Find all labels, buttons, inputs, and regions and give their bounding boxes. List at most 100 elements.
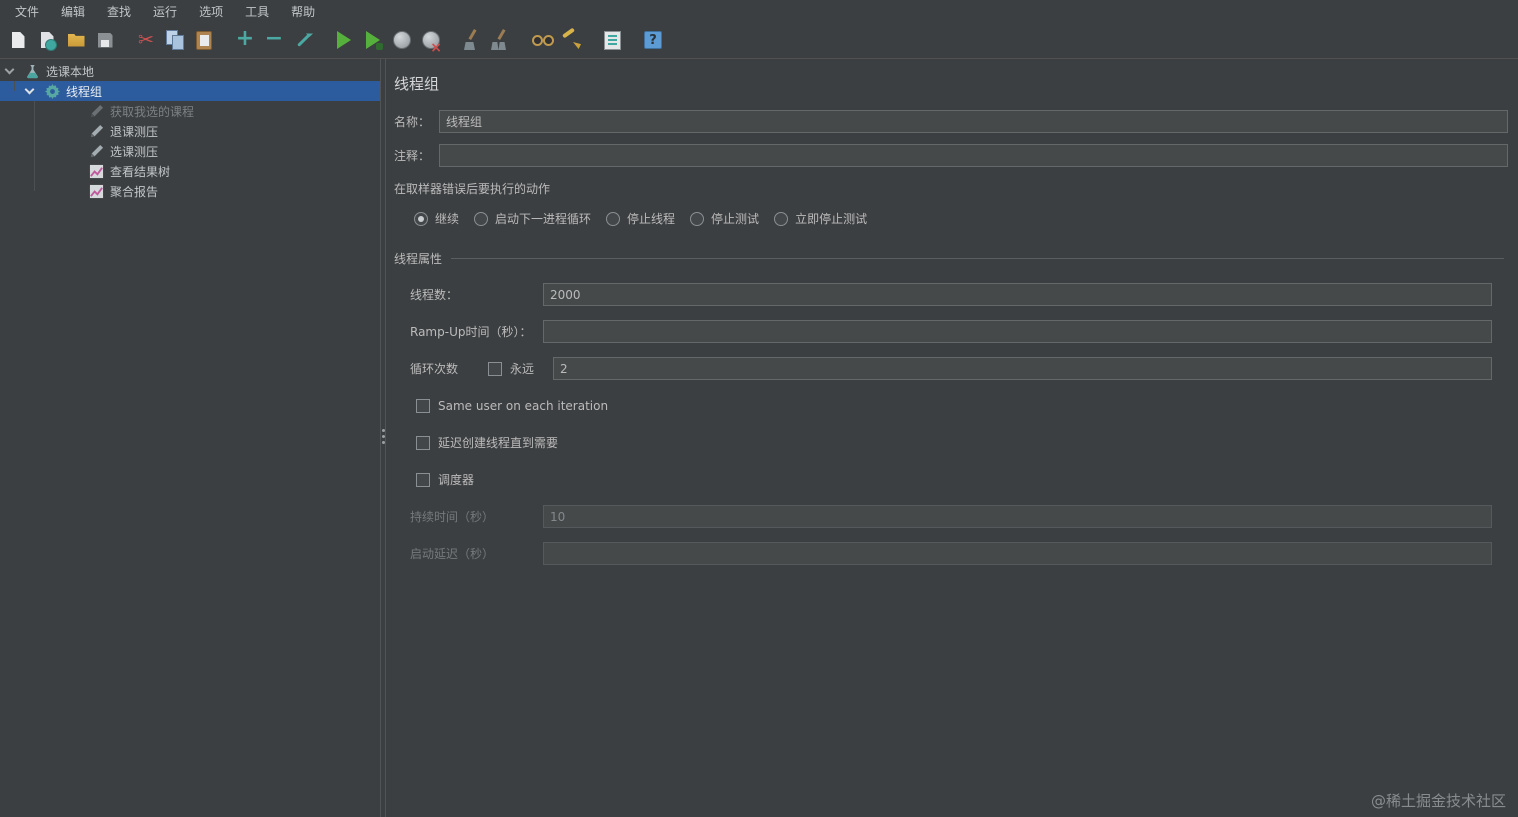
thread-group-gear-icon xyxy=(44,83,60,99)
menu-tools[interactable]: 工具 xyxy=(234,1,280,22)
clear-all-icon[interactable] xyxy=(488,26,514,54)
paste-icon[interactable] xyxy=(191,26,217,54)
tree-panel: 选课本地 线程组 获取我选的课程 退课测压 选课测压 查看结果树 聚合报告 xyxy=(0,59,380,817)
menu-file[interactable]: 文件 xyxy=(4,1,50,22)
same-user-checkbox[interactable] xyxy=(416,398,430,413)
delay-create-label: 延迟创建线程直到需要 xyxy=(438,436,559,450)
rampup-row: Ramp-Up时间（秒）： xyxy=(410,320,1492,343)
radio-label: 停止测试 xyxy=(711,212,760,226)
tree-item-sampler[interactable]: 选课测压 xyxy=(0,141,380,161)
new-file-icon[interactable] xyxy=(5,26,31,54)
toolbar-group-help xyxy=(640,26,669,54)
radio-stop-test[interactable]: 停止测试 xyxy=(690,210,759,227)
thread-group-panel: 线程组 名称： 注释： 在取样器错误后要执行的动作 继续 启动下一进程循环 xyxy=(386,59,1518,817)
name-input[interactable] xyxy=(439,110,1508,133)
copy-icon[interactable] xyxy=(162,26,188,54)
toolbar-group-run xyxy=(331,26,447,55)
tree-item-label: 选课测压 xyxy=(110,144,159,159)
rampup-input[interactable] xyxy=(543,320,1492,343)
menu-edit[interactable]: 编辑 xyxy=(50,1,96,22)
shutdown-icon[interactable] xyxy=(418,26,444,55)
tree-item-test-plan[interactable]: 选课本地 xyxy=(0,61,380,81)
duration-input[interactable] xyxy=(543,505,1492,528)
menu-options[interactable]: 选项 xyxy=(188,1,234,22)
menu-help[interactable]: 帮助 xyxy=(280,1,326,22)
delay-create-checkbox[interactable] xyxy=(416,435,430,450)
loop-count-input[interactable] xyxy=(553,357,1492,380)
search-icon[interactable] xyxy=(529,26,555,54)
toolbar xyxy=(0,22,1518,59)
radio-label: 继续 xyxy=(435,212,460,226)
sampler-icon xyxy=(88,123,104,139)
tree-item-label: 查看结果树 xyxy=(110,164,171,179)
thread-properties-header: 线程属性 xyxy=(394,250,1504,267)
scheduler-checkbox[interactable] xyxy=(416,472,430,487)
watermark: @稀土掘金技术社区 xyxy=(1370,792,1506,810)
menu-run[interactable]: 运行 xyxy=(142,1,188,22)
startup-delay-label: 启动延迟（秒） xyxy=(410,547,495,561)
tree-item-label: 聚合报告 xyxy=(110,184,159,199)
radio-stop-thread[interactable]: 停止线程 xyxy=(606,210,675,227)
edit-icon[interactable] xyxy=(290,26,316,54)
tree-item-label: 退课测压 xyxy=(110,124,159,139)
tree-item-thread-group[interactable]: 线程组 xyxy=(0,81,380,101)
menu-search[interactable]: 查找 xyxy=(96,1,142,22)
help-icon[interactable] xyxy=(640,26,666,54)
tree-item-listener[interactable]: 查看结果树 xyxy=(0,161,380,181)
tree-item-sampler-disabled[interactable]: 获取我选的课程 xyxy=(0,101,380,121)
toolbar-group-clear xyxy=(459,26,517,54)
comment-label: 注释： xyxy=(394,149,431,163)
sampler-icon xyxy=(88,143,104,159)
same-user-label: Same user on each iteration xyxy=(438,398,609,413)
save-icon[interactable] xyxy=(92,26,118,54)
clear-search-icon[interactable] xyxy=(558,26,584,54)
error-action-label: 在取样器错误后要执行的动作 xyxy=(394,182,551,196)
toolbar-group-zoom xyxy=(232,26,319,54)
error-action-radio-group: 继续 启动下一进程循环 停止线程 停止测试 立即停止测试 xyxy=(414,210,1508,227)
comment-input[interactable] xyxy=(439,144,1508,167)
radio-dot-icon xyxy=(690,211,705,226)
threads-input[interactable] xyxy=(543,283,1492,306)
tree-item-label: 获取我选的课程 xyxy=(110,104,195,119)
same-user-row: Same user on each iteration xyxy=(416,394,1492,417)
tree-guide-line xyxy=(14,81,15,91)
duration-label: 持续时间（秒） xyxy=(410,510,495,524)
toolbar-group-file xyxy=(5,26,121,54)
radio-dot-icon xyxy=(414,211,428,226)
main-split: 选课本地 线程组 获取我选的课程 退课测压 选课测压 查看结果树 聚合报告 线程… xyxy=(0,59,1518,817)
rampup-label: Ramp-Up时间（秒）： xyxy=(410,325,532,339)
name-row: 名称： xyxy=(394,110,1508,133)
zoom-in-icon[interactable] xyxy=(232,26,258,54)
listener-chart-icon xyxy=(88,163,104,179)
page-title: 线程组 xyxy=(394,75,440,93)
threads-row: 线程数： xyxy=(410,283,1492,306)
radio-start-next-loop[interactable]: 启动下一进程循环 xyxy=(474,210,591,227)
toolbar-group-edit xyxy=(133,26,220,54)
tree-item-listener[interactable]: 聚合报告 xyxy=(0,181,380,201)
radio-label: 启动下一进程循环 xyxy=(495,212,592,226)
name-label: 名称： xyxy=(394,115,431,129)
radio-continue[interactable]: 继续 xyxy=(414,210,459,227)
clear-icon[interactable] xyxy=(459,26,485,54)
radio-label: 立即停止测试 xyxy=(795,212,868,226)
radio-dot-icon xyxy=(606,211,621,226)
function-helper-icon[interactable] xyxy=(599,26,625,54)
sampler-icon xyxy=(88,103,104,119)
scheduler-label: 调度器 xyxy=(438,473,475,487)
start-icon[interactable] xyxy=(331,26,357,54)
forever-checkbox[interactable] xyxy=(488,361,502,376)
chevron-down-icon[interactable] xyxy=(24,84,35,94)
startup-delay-input[interactable] xyxy=(543,542,1492,565)
radio-dot-icon xyxy=(474,211,489,226)
startup-delay-row: 启动延迟（秒） xyxy=(410,542,1492,565)
templates-icon[interactable] xyxy=(34,26,60,54)
radio-stop-test-now[interactable]: 立即停止测试 xyxy=(774,210,867,227)
cut-icon[interactable] xyxy=(133,26,159,54)
tree-item-sampler[interactable]: 退课测压 xyxy=(0,121,380,141)
open-icon[interactable] xyxy=(63,26,89,54)
start-no-pauses-icon[interactable] xyxy=(360,26,386,54)
divider-grip-icon xyxy=(382,429,385,432)
zoom-out-icon[interactable] xyxy=(261,26,287,54)
stop-icon[interactable] xyxy=(389,26,415,54)
chevron-down-icon[interactable] xyxy=(4,64,15,74)
